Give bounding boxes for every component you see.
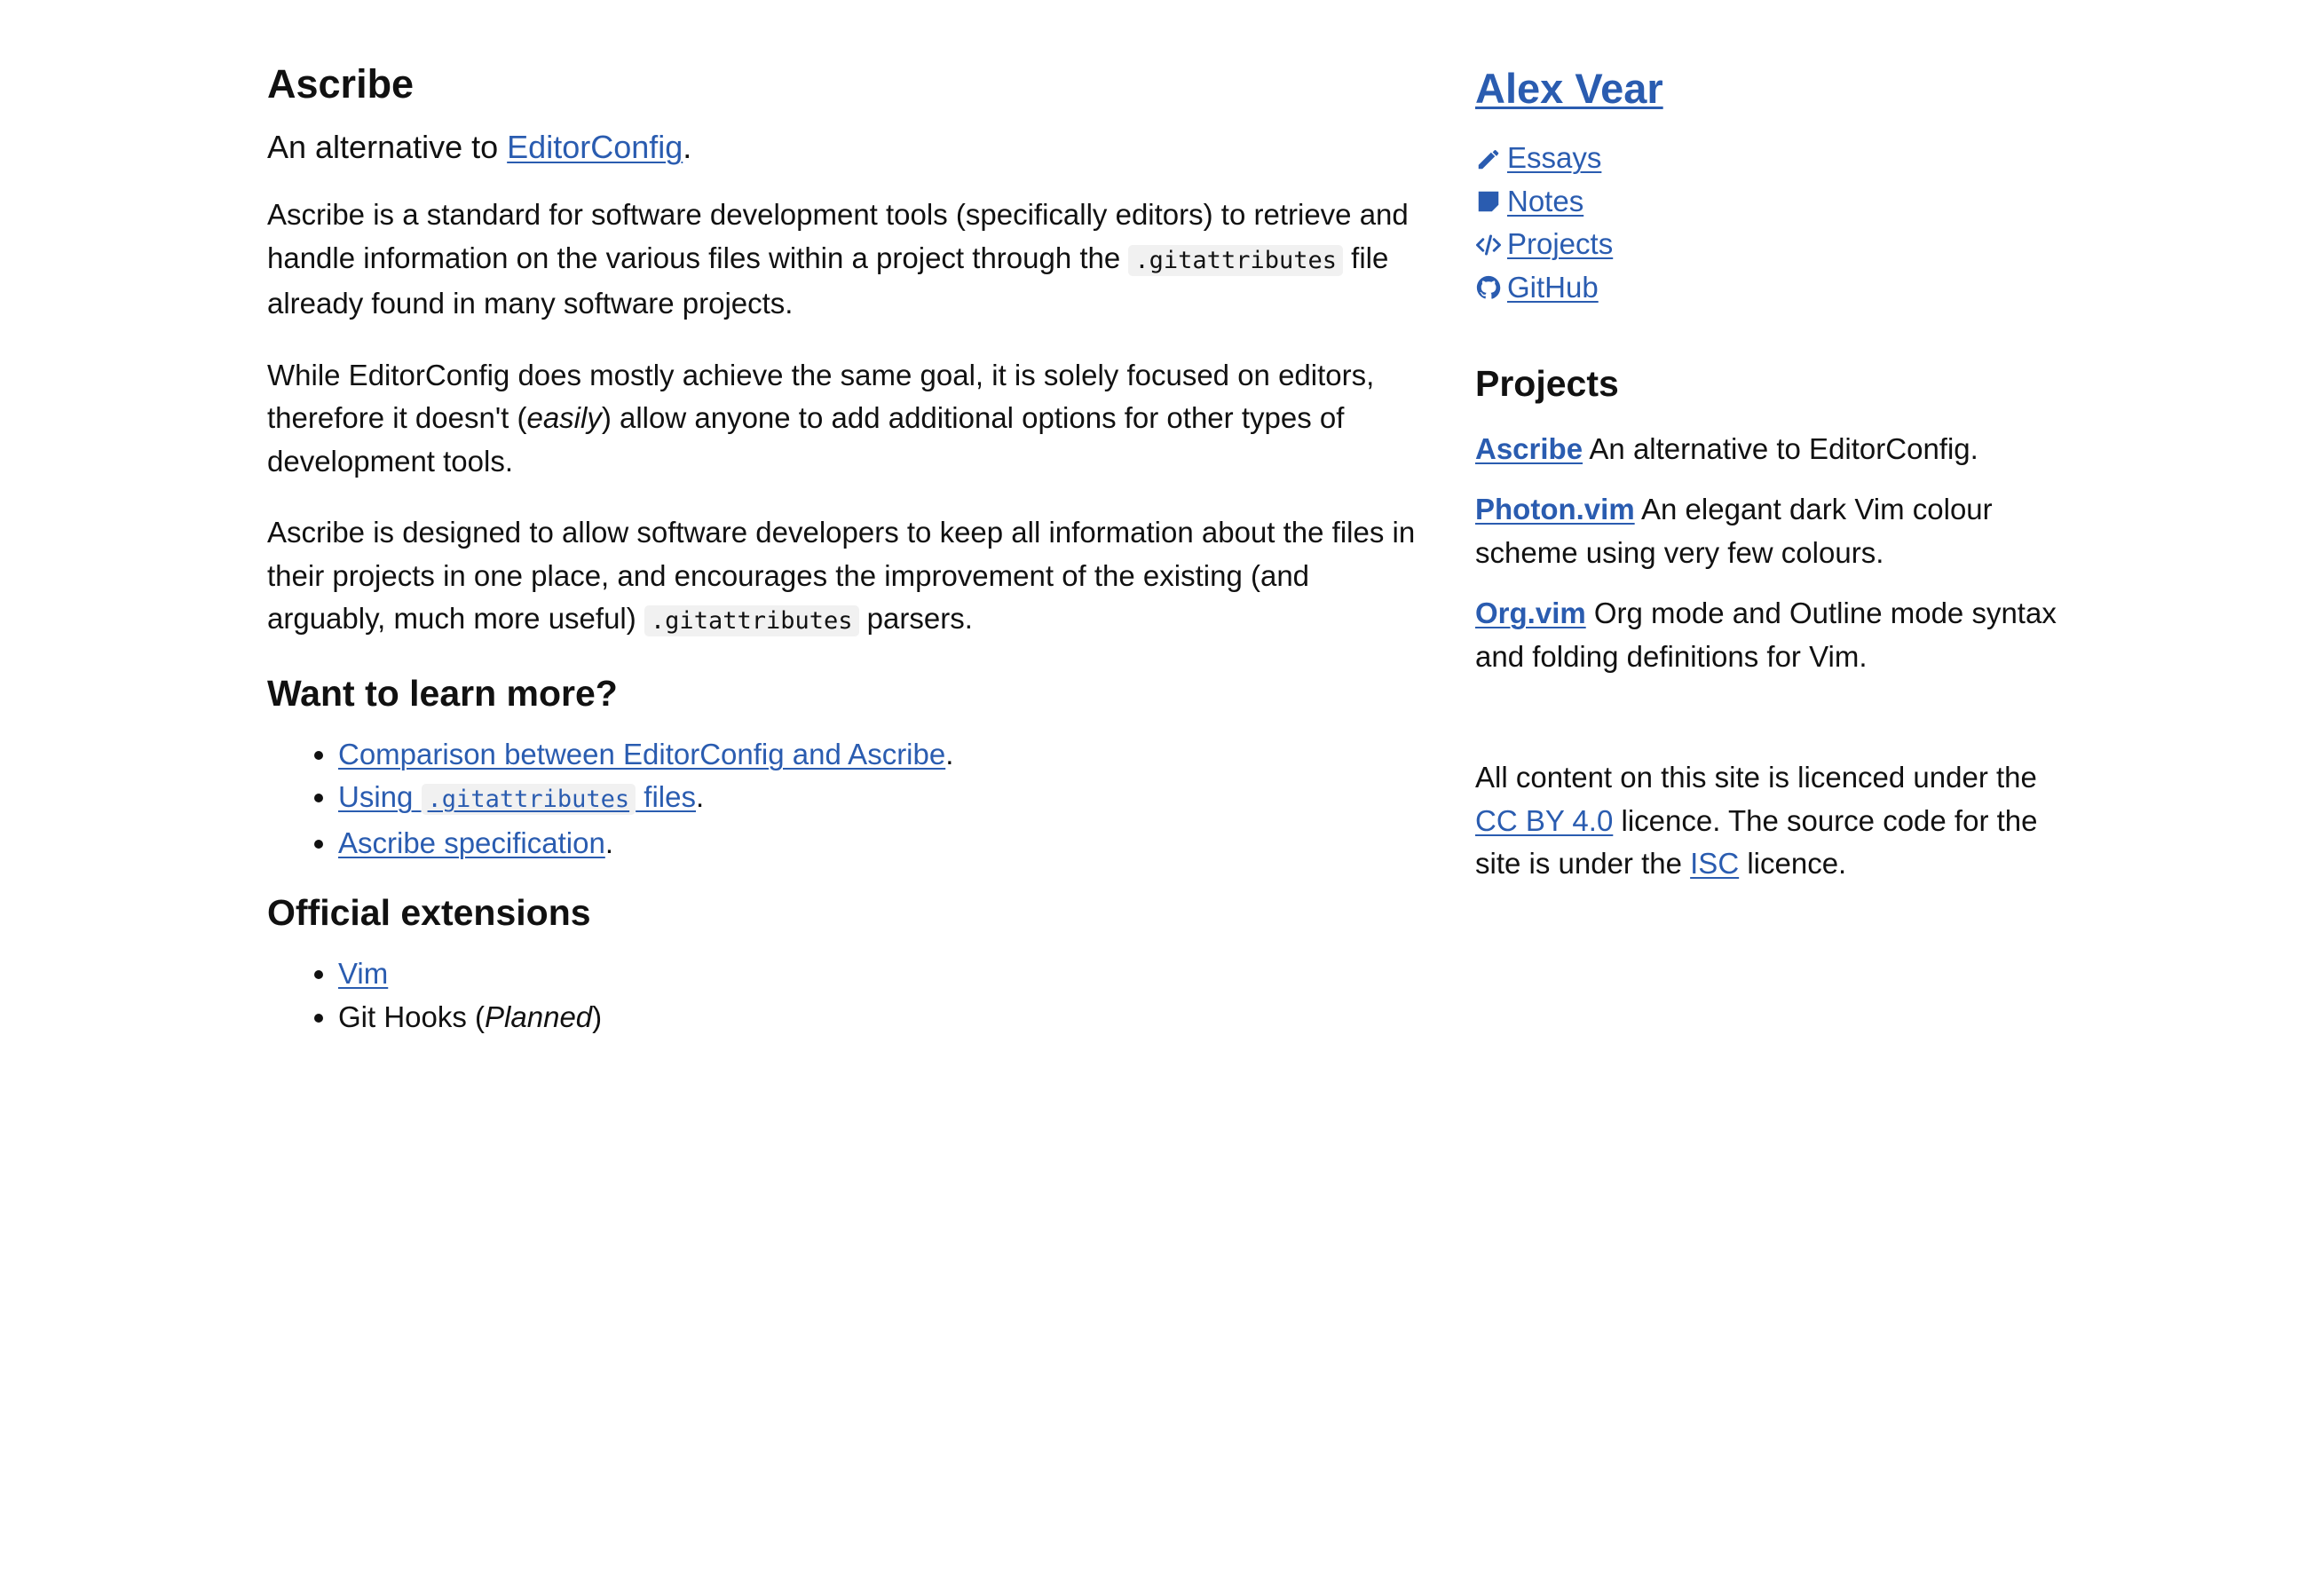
gitattributes-code: .gitattributes bbox=[421, 784, 636, 816]
nav-item-essays: Essays bbox=[1475, 137, 2070, 180]
licence-notice: All content on this site is licenced und… bbox=[1475, 756, 2070, 886]
extensions-list: Vim Git Hooks (Planned) bbox=[267, 952, 1421, 1039]
note-icon bbox=[1475, 188, 1502, 215]
main-content: Ascribe An alternative to EditorConfig. … bbox=[267, 53, 1421, 1065]
design-paragraph: Ascribe is designed to allow software de… bbox=[267, 511, 1421, 644]
nav-item-notes: Notes bbox=[1475, 180, 2070, 224]
lead-suffix: . bbox=[683, 129, 692, 165]
nav-link-notes[interactable]: Notes bbox=[1507, 180, 1583, 224]
project-item-ascribe: Ascribe An alternative to EditorConfig. bbox=[1475, 428, 2070, 471]
gitattributes-code: .gitattributes bbox=[644, 605, 859, 636]
link-text-suffix: files bbox=[636, 780, 696, 814]
site-title: Alex Vear bbox=[1475, 64, 2070, 114]
list-item: Git Hooks (Planned) bbox=[338, 996, 1421, 1039]
planned-emphasis: Planned bbox=[485, 999, 593, 1033]
lead-prefix: An alternative to bbox=[267, 129, 508, 165]
nav-link-projects[interactable]: Projects bbox=[1507, 223, 1613, 266]
isc-licence-link[interactable]: ISC bbox=[1690, 847, 1739, 880]
git-hooks-text-1: Git Hooks ( bbox=[338, 999, 486, 1033]
extensions-heading: Official extensions bbox=[267, 892, 591, 934]
learn-more-heading: Want to learn more? bbox=[267, 672, 618, 714]
licence-text-3: licence. bbox=[1739, 847, 1847, 881]
vim-extension-link[interactable]: Vim bbox=[338, 957, 388, 990]
comparison-paragraph: While EditorConfig does mostly achieve t… bbox=[267, 354, 1421, 484]
site-title-link[interactable]: Alex Vear bbox=[1475, 65, 1663, 112]
page-title: Ascribe bbox=[267, 61, 415, 107]
sidebar-nav: Essays Notes Projects GitHub bbox=[1475, 137, 2070, 309]
list-item: Comparison between EditorConfig and Ascr… bbox=[338, 733, 1421, 777]
list-item-suffix: . bbox=[945, 737, 954, 770]
nav-item-projects: Projects bbox=[1475, 223, 2070, 266]
project-description: An alternative to EditorConfig. bbox=[1583, 431, 1978, 465]
list-item: Vim bbox=[338, 952, 1421, 996]
list-item: Using .gitattributes files. bbox=[338, 776, 1421, 822]
sidebar: Alex Vear Essays Notes Projects GitHub P… bbox=[1475, 53, 2070, 904]
github-icon bbox=[1475, 274, 1502, 301]
editorconfig-link[interactable]: EditorConfig bbox=[507, 129, 683, 165]
project-link-org[interactable]: Org.vim bbox=[1475, 597, 1586, 629]
easily-emphasis: easily bbox=[526, 401, 602, 434]
nav-link-essays[interactable]: Essays bbox=[1507, 137, 1601, 180]
projects-heading: Projects bbox=[1475, 363, 1619, 405]
project-link-photon[interactable]: Photon.vim bbox=[1475, 493, 1635, 525]
learn-more-list: Comparison between EditorConfig and Ascr… bbox=[267, 733, 1421, 865]
code-icon bbox=[1475, 232, 1502, 258]
lead-paragraph: An alternative to EditorConfig. bbox=[267, 126, 1421, 169]
git-hooks-text-2: ) bbox=[592, 999, 603, 1033]
intro-paragraph: Ascribe is a standard for software devel… bbox=[267, 194, 1421, 326]
cc-by-licence-link[interactable]: CC BY 4.0 bbox=[1475, 804, 1613, 837]
licence-text-1: All content on this site is licenced und… bbox=[1475, 761, 2037, 794]
project-link-ascribe[interactable]: Ascribe bbox=[1475, 432, 1583, 465]
list-item-suffix: . bbox=[695, 780, 705, 814]
gitattributes-code: .gitattributes bbox=[1128, 244, 1343, 276]
link-text-prefix: Using bbox=[338, 780, 422, 814]
pencil-icon bbox=[1475, 146, 1502, 172]
design-text-2: parsers. bbox=[858, 602, 973, 635]
list-item-suffix: . bbox=[604, 826, 613, 859]
project-item-org: Org.vim Org mode and Outline mode syntax… bbox=[1475, 592, 2070, 678]
nav-link-github[interactable]: GitHub bbox=[1507, 266, 1599, 310]
nav-item-github: GitHub bbox=[1475, 266, 2070, 310]
specification-link[interactable]: Ascribe specification bbox=[338, 826, 605, 859]
list-item: Ascribe specification. bbox=[338, 822, 1421, 865]
project-item-photon: Photon.vim An elegant dark Vim colour sc… bbox=[1475, 488, 2070, 574]
using-gitattributes-link[interactable]: Using .gitattributes files bbox=[338, 780, 696, 816]
comparison-link[interactable]: Comparison between EditorConfig and Ascr… bbox=[338, 738, 945, 770]
